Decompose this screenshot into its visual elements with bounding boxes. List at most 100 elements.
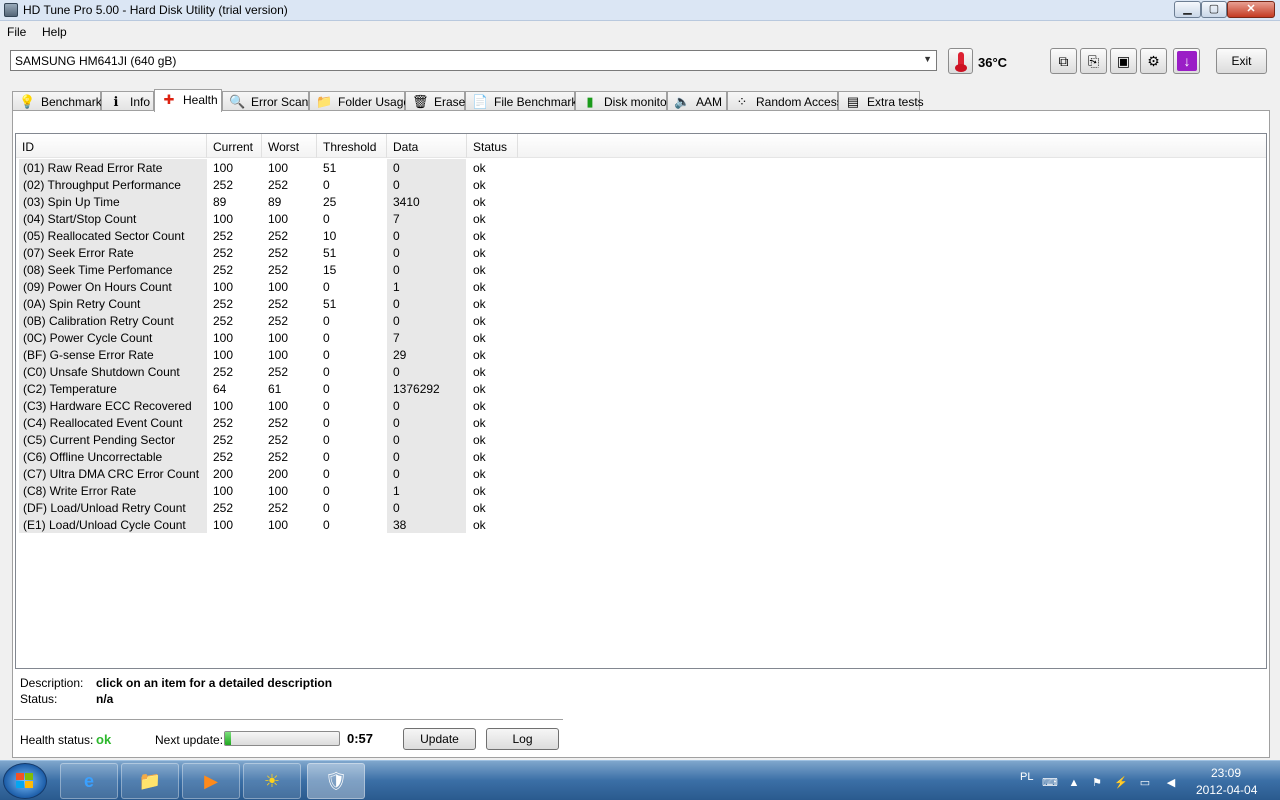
update-button[interactable]: Update	[403, 728, 476, 750]
column-header-id[interactable]: ID	[16, 134, 207, 158]
cell-status: ok	[473, 450, 486, 464]
action-center-icon[interactable]: ⚑	[1090, 776, 1104, 790]
minimize-button[interactable]: ▁	[1174, 1, 1201, 18]
cell-id: (C5) Current Pending Sector	[23, 433, 176, 447]
maximize-button[interactable]: ▢	[1201, 1, 1227, 18]
download-button[interactable]: ↓	[1173, 48, 1200, 74]
table-row[interactable]: (09) Power On Hours Count 100 100 0 1 ok	[16, 278, 536, 295]
options-button[interactable]: ⚙	[1140, 48, 1167, 74]
next-update-label: Next update:	[155, 733, 224, 747]
table-row[interactable]: (C7) Ultra DMA CRC Error Count 200 200 0 0 ok	[16, 465, 536, 482]
tab-health[interactable]: ✚ Health	[154, 89, 222, 112]
cell-threshold: 0	[323, 501, 330, 515]
tab-erase[interactable]: 🗑 Erase	[405, 91, 465, 111]
tab-aam[interactable]: 🔈 AAM	[667, 91, 727, 111]
cell-current: 100	[213, 212, 234, 226]
column-header-filler	[518, 134, 1266, 158]
network-icon[interactable]: ⚡	[1114, 776, 1128, 790]
column-header-data[interactable]: Data	[387, 134, 467, 158]
save-button[interactable]: ▣	[1110, 48, 1137, 74]
status-value: n/a	[96, 692, 114, 706]
column-header-status[interactable]: Status	[467, 134, 518, 158]
description-value: click on an item for a detailed descript…	[96, 676, 333, 690]
copy-info-button[interactable]: ⧉	[1050, 48, 1077, 74]
tab-file-benchmark[interactable]: 📄 File Benchmark	[465, 91, 577, 111]
cell-data: 0	[393, 297, 400, 311]
cell-id: (0B) Calibration Retry Count	[23, 314, 174, 328]
tab-folder-usage[interactable]: 📁 Folder Usage	[309, 91, 410, 111]
clock-date[interactable]: 2012-04-04	[1196, 783, 1257, 797]
tab-label: Erase	[434, 95, 466, 109]
tab-error-scan[interactable]: 🔍 Error Scan	[222, 91, 309, 111]
next-update-countdown: 0:57	[347, 731, 374, 746]
table-row[interactable]: (05) Reallocated Sector Count 252 252 10 0 ok	[16, 227, 536, 244]
volume-icon[interactable]: ◀	[1164, 776, 1178, 790]
language-indicator[interactable]: PL	[1020, 771, 1033, 783]
table-row[interactable]: (BF) G-sense Error Rate 100 100 0 29 ok	[16, 346, 536, 363]
keyboard-icon[interactable]: ⌨	[1042, 776, 1058, 790]
menu-help[interactable]: Help	[42, 25, 67, 39]
smart-attributes-table[interactable]: ID Current Worst Threshold Data Status (…	[15, 133, 1267, 669]
cell-data: 7	[393, 331, 400, 345]
table-row[interactable]: (C3) Hardware ECC Recovered 100 100 0 0 ok	[16, 397, 536, 414]
cell-current: 100	[213, 348, 234, 362]
taskbar-explorer[interactable]: 📁	[121, 763, 179, 799]
table-row[interactable]: (0A) Spin Retry Count 252 252 51 0 ok	[16, 295, 536, 312]
table-row[interactable]: (08) Seek Time Perfomance 252 252 15 0 ok	[16, 261, 536, 278]
taskbar-media-player[interactable]: ▶	[182, 763, 240, 799]
table-row[interactable]: (C8) Write Error Rate 100 100 0 1 ok	[16, 482, 536, 499]
taskbar-internet-explorer[interactable]: e	[60, 763, 118, 799]
copy-screenshot-button[interactable]: ⎘	[1080, 48, 1107, 74]
table-row[interactable]: (C4) Reallocated Event Count 252 252 0 0 ok	[16, 414, 536, 431]
cell-id: (09) Power On Hours Count	[23, 280, 172, 294]
exit-button[interactable]: Exit	[1216, 48, 1267, 74]
tab-label: Folder Usage	[338, 95, 411, 109]
column-header-worst[interactable]: Worst	[262, 134, 317, 158]
display-icon[interactable]: ▭	[1138, 776, 1152, 790]
tab-info[interactable]: ℹ Info	[101, 91, 154, 111]
cell-current: 64	[213, 382, 227, 396]
options-icon: ⚙	[1147, 53, 1160, 69]
table-row[interactable]: (C5) Current Pending Sector 252 252 0 0 ok	[16, 431, 536, 448]
table-row[interactable]: (C2) Temperature 64 61 0 1376292 ok	[16, 380, 536, 397]
tab-random-access[interactable]: ⁘ Random Access	[727, 91, 843, 111]
temperature-button[interactable]	[948, 48, 973, 74]
cell-data: 0	[393, 501, 400, 515]
table-row[interactable]: (0B) Calibration Retry Count 252 252 0 0 ok	[16, 312, 536, 329]
table-row[interactable]: (04) Start/Stop Count 100 100 0 7 ok	[16, 210, 536, 227]
health-status-label: Health status:	[20, 733, 94, 747]
cell-id: (03) Spin Up Time	[23, 195, 120, 209]
close-button[interactable]: ✕	[1227, 1, 1275, 18]
cell-id: (C7) Ultra DMA CRC Error Count	[23, 467, 200, 481]
cell-id: (C6) Offline Uncorrectable	[23, 450, 163, 464]
drive-select-value: SAMSUNG HM641JI (640 gB)	[15, 54, 177, 68]
table-row[interactable]: (07) Seek Error Rate 252 252 51 0 ok	[16, 244, 536, 261]
tab-benchmark[interactable]: 💡 Benchmark	[12, 91, 102, 111]
cell-id: (08) Seek Time Perfomance	[23, 263, 173, 277]
show-hidden-icons-icon[interactable]: ▲	[1067, 776, 1081, 790]
table-row[interactable]: (01) Raw Read Error Rate 100 100 51 0 ok	[16, 159, 536, 176]
table-row[interactable]: (C0) Unsafe Shutdown Count 252 252 0 0 ok	[16, 363, 536, 380]
cell-status: ok	[473, 178, 486, 192]
cell-threshold: 0	[323, 331, 330, 345]
table-row[interactable]: (DF) Load/Unload Retry Count 252 252 0 0 ok	[16, 499, 536, 516]
column-header-threshold[interactable]: Threshold	[317, 134, 387, 158]
column-header-current[interactable]: Current	[207, 134, 262, 158]
start-button[interactable]	[3, 763, 47, 799]
table-row[interactable]: (02) Throughput Performance 252 252 0 0 ok	[16, 176, 536, 193]
taskbar-hd-tune[interactable]: 🛡	[307, 763, 365, 799]
table-row[interactable]: (C6) Offline Uncorrectable 252 252 0 0 ok	[16, 448, 536, 465]
tab-disk-monitor[interactable]: ▮ Disk monitor	[575, 91, 671, 111]
tab-extra-tests[interactable]: ▤ Extra tests	[838, 91, 924, 111]
cell-id: (0C) Power Cycle Count	[23, 331, 153, 345]
log-button[interactable]: Log	[486, 728, 559, 750]
table-row[interactable]: (E1) Load/Unload Cycle Count 100 100 0 38 ok	[16, 516, 536, 533]
drive-select[interactable]: SAMSUNG HM641JI (640 gB) ▼	[10, 50, 937, 71]
table-row[interactable]: (03) Spin Up Time 89 89 25 3410 ok	[16, 193, 536, 210]
taskbar-sun-app[interactable]: ☀	[243, 763, 301, 799]
table-row[interactable]: (0C) Power Cycle Count 100 100 0 7 ok	[16, 329, 536, 346]
internet-explorer-icon: e	[83, 771, 94, 791]
cell-worst: 100	[268, 331, 289, 345]
menu-file[interactable]: File	[7, 25, 26, 39]
clock-time[interactable]: 23:09	[1211, 766, 1241, 780]
